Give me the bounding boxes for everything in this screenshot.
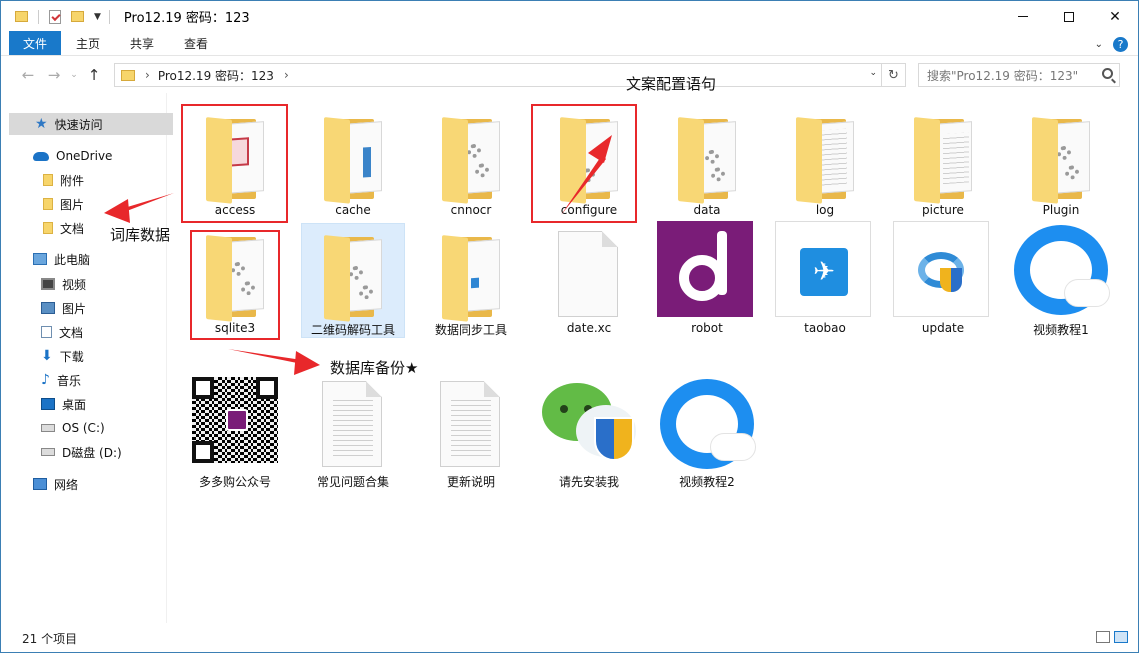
arrow-config-icon [561, 155, 606, 215]
minimize-button[interactable] [1000, 1, 1046, 32]
folder-icon[interactable] [15, 11, 28, 22]
file-label: 请先安装我 [558, 475, 619, 489]
new-folder-icon[interactable] [71, 11, 84, 22]
ribbon-tabs: 文件 主页 共享 查看 ⌄ ? [1, 31, 1138, 56]
sidebar-item-label: 下载 [59, 349, 84, 364]
sidebar-item-downloads[interactable]: ⬇ 下载 [41, 345, 84, 367]
item-count: 21 个项目 [22, 631, 78, 646]
music-icon: ♪ [41, 372, 50, 388]
maximize-button[interactable] [1046, 1, 1092, 32]
vertical-scrollbar[interactable] [1120, 93, 1138, 623]
drive-icon [41, 424, 55, 432]
desktop-icon [41, 398, 55, 410]
download-icon: ⬇ [41, 348, 53, 364]
sidebar-item-label: 文档 [59, 325, 84, 340]
large-icons-view-icon[interactable] [1114, 631, 1128, 643]
file-label: 更新说明 [446, 475, 495, 489]
status-bar: 21 个项目 [1, 623, 1138, 653]
sidebar-item-label: 快速访问 [54, 117, 103, 132]
folder-icon [43, 222, 53, 234]
sidebar-item-desktop[interactable]: 桌面 [41, 393, 86, 415]
annotation-config: 文案配置语句 [626, 75, 717, 93]
annotation-lexicon: 词库数据 [110, 226, 171, 244]
sidebar-item-drive-d[interactable]: D磁盘 (D:) [41, 441, 122, 463]
up-button[interactable]: ↑ [81, 66, 107, 84]
computer-icon [33, 253, 47, 265]
title-bar: ▼ Pro12.19 密码：123 ✕ [1, 1, 1138, 32]
sidebar-item-documents[interactable]: 文档 [41, 321, 83, 343]
file-label: 多多购公众号 [198, 475, 271, 489]
maximize-icon [1064, 11, 1074, 22]
expand-ribbon-icon[interactable]: ⌄ [1095, 39, 1103, 50]
customize-toolbar-icon[interactable]: ▼ [94, 12, 101, 22]
breadcrumb-separator[interactable]: › [145, 68, 150, 82]
sidebar-item-onedrive[interactable]: OneDrive [33, 145, 112, 167]
properties-icon[interactable] [49, 9, 61, 24]
sidebar-item-network[interactable]: 网络 [33, 473, 78, 495]
sidebar-item-onedrive-pictures[interactable]: 图片 [43, 193, 84, 215]
view-switcher [1096, 631, 1128, 643]
network-icon [33, 478, 47, 490]
sidebar-item-drive-c[interactable]: OS (C:) [41, 417, 105, 439]
tab-view[interactable]: 查看 [169, 31, 223, 55]
tab-home[interactable]: 主页 [61, 31, 115, 55]
file-label: 常见问题合集 [316, 475, 389, 489]
sidebar-item-label: 桌面 [62, 397, 87, 412]
sidebar-item-this-pc[interactable]: 此电脑 [33, 248, 90, 270]
sidebar-item-label: 图片 [62, 301, 87, 316]
back-button[interactable]: ← [15, 66, 41, 84]
ribbon-right: ⌄ ? [1095, 37, 1128, 52]
quick-access-toolbar: ▼ [15, 1, 120, 32]
star-icon: ★ [35, 116, 48, 132]
cloud-icon [33, 151, 49, 161]
drive-icon [41, 448, 55, 456]
sidebar-item-label: 图片 [60, 197, 85, 212]
help-icon[interactable]: ? [1113, 37, 1128, 52]
sidebar-item-pictures[interactable]: 图片 [41, 297, 86, 319]
sidebar-item-quick-access[interactable]: ★ 快速访问 [9, 113, 173, 135]
video-icon [41, 278, 55, 290]
folder-icon [43, 174, 53, 186]
divider [38, 9, 39, 24]
folder-icon [43, 198, 53, 210]
sidebar-item-onedrive-documents[interactable]: 文档 [43, 217, 84, 239]
file-label: 视频教程2 [679, 475, 735, 489]
text-file-icon [440, 381, 500, 467]
sidebar-item-label: OneDrive [56, 149, 113, 163]
arrow-head-icon [294, 351, 320, 375]
tab-share[interactable]: 共享 [115, 31, 169, 55]
details-view-icon[interactable] [1096, 631, 1110, 643]
sidebar-item-label: 此电脑 [54, 252, 91, 267]
annotation-backup: 数据库备份★ [330, 359, 419, 377]
navigation-pane: ★ 快速访问 OneDrive 附件 图片 文档 此电脑 视频 图片 文档 ⬇ … [1, 93, 173, 623]
sidebar-item-label: 附件 [60, 173, 85, 188]
close-button[interactable]: ✕ [1092, 1, 1138, 32]
documents-icon [41, 326, 52, 338]
sidebar-item-label: OS (C:) [62, 421, 105, 435]
sidebar-item-label: D磁盘 (D:) [62, 445, 122, 460]
sidebar-item-videos[interactable]: 视频 [41, 273, 86, 295]
forward-button[interactable]: → [41, 66, 67, 84]
sidebar-item-label: 网络 [54, 477, 79, 492]
sidebar-item-label: 音乐 [56, 373, 81, 388]
annotation-arrows [104, 135, 612, 375]
text-file-icon [322, 381, 382, 467]
sidebar-item-label: 视频 [62, 277, 87, 292]
sidebar-item-label: 文档 [60, 221, 85, 236]
divider [108, 9, 110, 24]
recent-locations-icon[interactable]: ⌄ [67, 70, 81, 80]
sidebar-item-music[interactable]: ♪ 音乐 [41, 369, 81, 391]
pictures-icon [41, 302, 55, 314]
minimize-icon [1018, 16, 1028, 17]
explorer-window: ▼ Pro12.19 密码：123 ✕ 文件 主页 共享 查看 ⌄ ? ← → … [0, 0, 1139, 653]
window-controls: ✕ [1000, 1, 1138, 32]
file-list: access cache cnnocr configure data log p… [104, 75, 1120, 623]
sidebar-item-attachments[interactable]: 附件 [43, 169, 84, 191]
arrow-head-icon [588, 135, 612, 163]
window-title: Pro12.19 密码：123 [123, 11, 250, 26]
arrow-backup-icon [228, 349, 302, 364]
folder-icon [121, 69, 135, 81]
tab-file[interactable]: 文件 [9, 31, 62, 55]
